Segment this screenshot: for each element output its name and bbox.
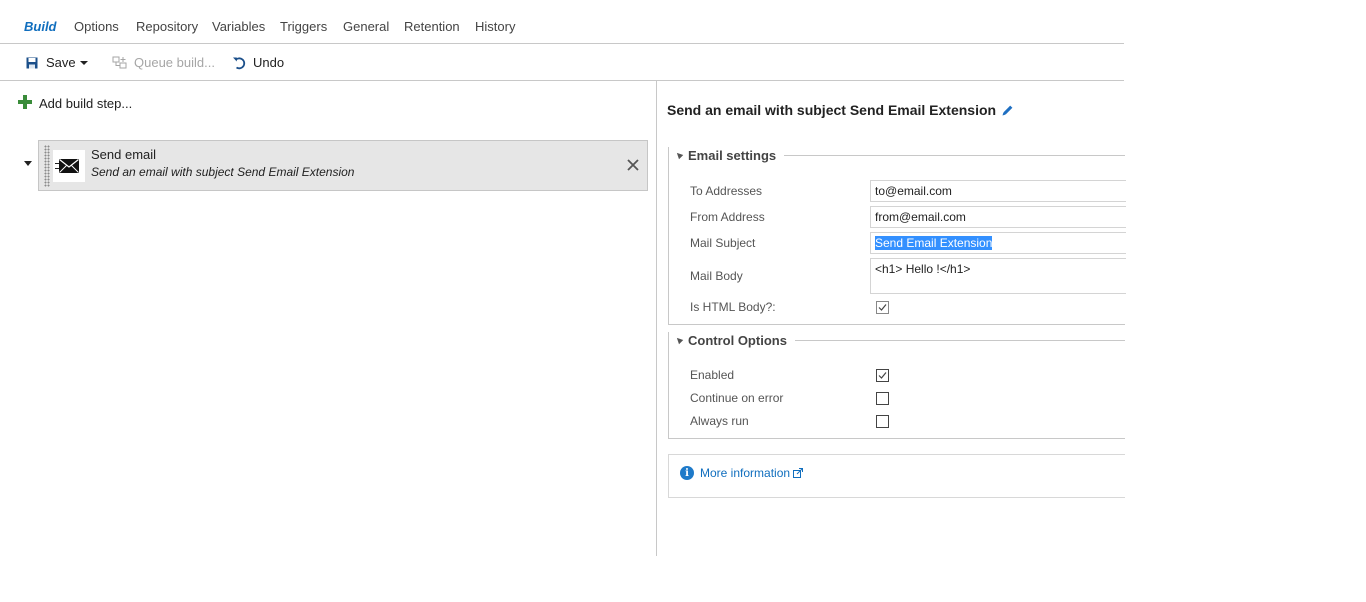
mail-subject-value: Send Email Extension <box>875 236 993 250</box>
from-address-input[interactable] <box>870 206 1126 228</box>
remove-step-close-icon[interactable] <box>625 157 641 173</box>
control-options-header[interactable]: Control Options <box>669 332 1125 348</box>
tab-variables[interactable]: Variables <box>212 19 265 34</box>
queue-build-icon <box>112 56 128 70</box>
more-information-link[interactable]: i More information <box>680 466 804 480</box>
enabled-label: Enabled <box>690 368 735 382</box>
caret-down-icon[interactable] <box>79 60 88 65</box>
envelope-icon <box>53 150 85 182</box>
mail-subject-input[interactable]: Send Email Extension <box>870 232 1126 254</box>
tab-general[interactable]: General <box>343 19 389 34</box>
is-html-body-label: Is HTML Body?: <box>690 300 776 314</box>
email-settings-title: Email settings <box>688 147 777 163</box>
checkmark-icon <box>878 372 887 379</box>
always-run-checkbox[interactable] <box>876 415 889 428</box>
tab-retention[interactable]: Retention <box>404 19 460 34</box>
pencil-icon[interactable] <box>1001 104 1014 117</box>
toolbar: Save Queue build... Undo <box>0 44 1124 81</box>
from-address-label: From Address <box>690 210 765 224</box>
undo-button[interactable]: Undo <box>232 44 284 81</box>
undo-label: Undo <box>253 55 285 70</box>
tab-triggers[interactable]: Triggers <box>280 19 327 34</box>
panel-divider[interactable] <box>656 81 657 556</box>
collapse-triangle-icon[interactable] <box>674 150 684 160</box>
to-addresses-label: To Addresses <box>690 184 763 198</box>
drag-handle[interactable] <box>44 145 50 187</box>
add-build-step-button[interactable]: Add build step... <box>18 95 132 112</box>
tab-build[interactable]: Build <box>24 19 57 34</box>
step-detail-title: Send an email with subject Send Email Ex… <box>667 102 1014 118</box>
email-settings-section: Email settings To Addresses From Address… <box>668 147 1126 325</box>
control-options-section: Control Options Enabled Continue on erro… <box>668 332 1125 439</box>
info-icon: i <box>680 466 694 480</box>
step-subtitle: Send an email with subject Send Email Ex… <box>91 165 355 179</box>
add-build-step-label: Add build step... <box>39 96 133 111</box>
more-information-box: i More information <box>668 454 1125 498</box>
continue-on-error-checkbox[interactable] <box>876 392 889 405</box>
control-options-title: Control Options <box>688 332 787 348</box>
queue-build-button[interactable]: Queue build... <box>112 44 215 81</box>
always-run-label: Always run <box>690 414 749 428</box>
collapse-arrow-icon[interactable] <box>24 161 32 166</box>
save-button[interactable]: Save <box>26 44 88 81</box>
continue-on-error-label: Continue on error <box>690 391 784 405</box>
email-settings-header[interactable]: Email settings <box>669 147 1125 163</box>
tab-options[interactable]: Options <box>74 19 119 34</box>
mail-subject-label: Mail Subject <box>690 236 756 250</box>
build-step-send-email[interactable]: Send email Send an email with subject Se… <box>38 140 648 191</box>
step-detail-title-text: Send an email with subject Send Email Ex… <box>667 102 997 118</box>
is-html-body-checkbox[interactable] <box>876 301 889 314</box>
tab-history[interactable]: History <box>475 19 515 34</box>
mail-body-textarea[interactable]: <h1> Hello !</h1> <box>870 258 1126 294</box>
step-title: Send email <box>91 147 157 162</box>
enabled-checkbox[interactable] <box>876 369 889 382</box>
plus-icon <box>18 95 32 112</box>
floppy-disk-icon <box>26 57 38 69</box>
external-link-icon <box>793 468 804 478</box>
tab-bar: Build Options Repository Variables Trigg… <box>0 0 1124 44</box>
checkmark-icon <box>878 304 887 311</box>
queue-build-label: Queue build... <box>134 55 215 70</box>
more-information-label: More information <box>700 466 791 480</box>
to-addresses-input[interactable] <box>870 180 1126 202</box>
mail-body-label: Mail Body <box>690 269 743 283</box>
undo-icon <box>232 56 246 70</box>
tab-repository[interactable]: Repository <box>136 19 198 34</box>
save-label: Save <box>46 55 76 70</box>
collapse-triangle-icon[interactable] <box>674 335 684 345</box>
